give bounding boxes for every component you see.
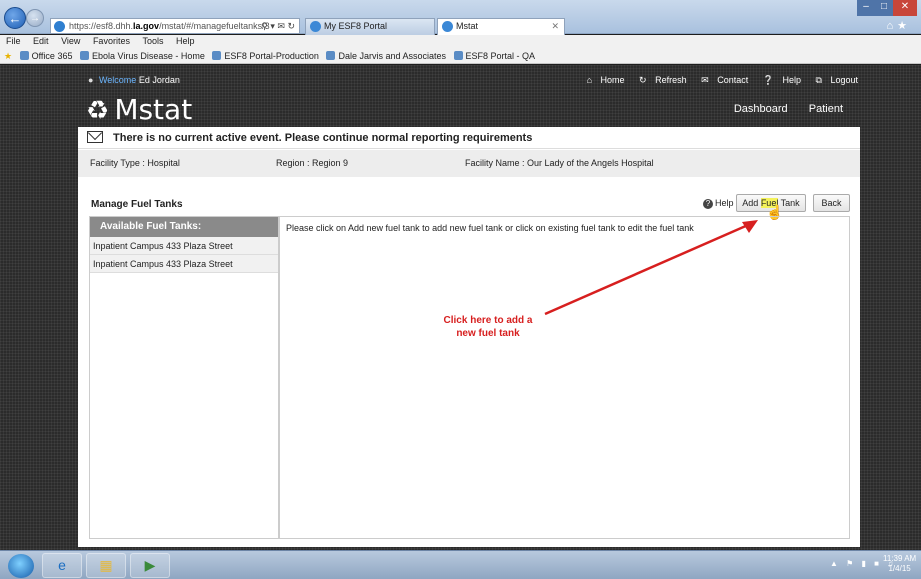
- address-domain: la.gov: [133, 21, 160, 31]
- detail-panel: Please click on Add new fuel tank to add…: [279, 216, 850, 539]
- browser-toolbar: ⌂★: [886, 19, 911, 32]
- menu-favorites[interactable]: Favorites: [93, 36, 130, 46]
- list-item[interactable]: Inpatient Campus 433 Plaza Street: [90, 255, 278, 273]
- favorites-star-icon[interactable]: ★: [897, 20, 911, 32]
- logout-link[interactable]: ⧉ Logout: [810, 75, 858, 85]
- tab-label: My ESF8 Portal: [324, 21, 388, 31]
- browser-titlebar: ← → https://esf8.dhh.la.gov/mstat/#/mana…: [0, 0, 921, 35]
- help-button-label: Help: [715, 198, 734, 208]
- event-alert: There is no current active event. Please…: [78, 127, 860, 149]
- tab-label: Mstat: [456, 21, 479, 31]
- refresh-icon: ↻: [639, 75, 647, 85]
- logout-icon: ⧉: [815, 75, 822, 85]
- annotation-line-2: new fuel tank: [456, 328, 520, 339]
- menu-help[interactable]: Help: [176, 36, 195, 46]
- favorites-bar: ★ Office 365 Ebola Virus Disease - Home …: [0, 48, 921, 64]
- tab-my-esf8-portal[interactable]: My ESF8 Portal: [305, 18, 435, 35]
- clock[interactable]: 11:39 AM 1/4/15: [883, 554, 916, 574]
- logo-text: Mstat: [114, 93, 193, 126]
- page-title: Manage Fuel Tanks: [91, 199, 183, 210]
- question-icon: ❔: [762, 75, 774, 85]
- tab-mstat[interactable]: Mstat ✕: [437, 18, 565, 35]
- favorite-dale-jarvis[interactable]: Dale Jarvis and Associates: [326, 51, 446, 61]
- app-icon[interactable]: ▶: [130, 553, 170, 578]
- clock-date: 1/4/15: [888, 564, 911, 573]
- refresh-link-label: Refresh: [655, 75, 687, 85]
- facility-name: Facility Name : Our Lady of the Angels H…: [465, 158, 654, 168]
- close-window-icon[interactable]: ✕: [893, 0, 917, 16]
- internet-explorer-icon[interactable]: e: [42, 553, 82, 578]
- welcome-label: Welcome: [98, 75, 137, 85]
- contact-link[interactable]: ✉ Contact: [695, 75, 748, 85]
- envelope-icon: ✉: [701, 75, 709, 85]
- clock-time: 11:39 AM: [883, 554, 917, 563]
- facility-region: Region : Region 9: [276, 158, 349, 168]
- favorites-star-icon[interactable]: ★: [4, 51, 12, 61]
- alert-message: There is no current active event. Please…: [113, 132, 533, 144]
- folder-icon[interactable]: ▦: [86, 553, 126, 578]
- nav-patient[interactable]: Patient: [809, 103, 843, 115]
- help-button[interactable]: ? Help: [703, 198, 734, 209]
- instructions-text: Please click on Add new fuel tank to add…: [286, 223, 694, 233]
- facility-type: Facility Type : Hospital: [90, 158, 180, 168]
- annotation-text: Click here to add a new fuel tank: [433, 314, 543, 340]
- question-icon: ?: [703, 199, 713, 209]
- contact-link-label: Contact: [717, 75, 749, 85]
- menu-bar: File Edit View Favorites Tools Help: [0, 35, 921, 48]
- menu-file[interactable]: File: [6, 36, 21, 46]
- site-favicon-icon: [54, 21, 65, 32]
- maximize-icon[interactable]: □: [875, 0, 893, 16]
- favorite-esf8-production[interactable]: ESF8 Portal-Production: [212, 51, 319, 61]
- logout-link-label: Logout: [830, 75, 858, 85]
- window-controls: – □ ✕: [857, 0, 917, 16]
- start-button[interactable]: [8, 554, 34, 578]
- menu-tools[interactable]: Tools: [142, 36, 163, 46]
- menu-view[interactable]: View: [61, 36, 80, 46]
- home-link-label: Home: [600, 75, 625, 85]
- minimize-icon[interactable]: –: [857, 0, 875, 16]
- app-logo[interactable]: ♻ Mstat: [86, 93, 192, 128]
- top-bar: ● Welcome Ed Jordan ⌂ Home ↻ Refresh ✉ C…: [0, 70, 921, 90]
- tab-favicon-icon: [442, 21, 453, 32]
- help-link-label: Help: [782, 75, 801, 85]
- fuel-tank-list-header: Available Fuel Tanks:: [90, 217, 278, 237]
- favorite-ebola[interactable]: Ebola Virus Disease - Home: [80, 51, 205, 61]
- user-icon: ●: [88, 75, 94, 85]
- close-tab-icon[interactable]: ✕: [551, 19, 559, 34]
- facility-info-bar: Facility Type : Hospital Region : Region…: [78, 150, 860, 177]
- content-panel: There is no current active event. Please…: [78, 127, 860, 547]
- welcome-text: ● Welcome Ed Jordan: [88, 70, 180, 90]
- user-name: Ed Jordan: [138, 75, 180, 85]
- home-icon[interactable]: ⌂: [886, 20, 897, 32]
- nav-dashboard[interactable]: Dashboard: [734, 103, 788, 115]
- back-button[interactable]: Back: [813, 194, 850, 212]
- main-nav: Dashboard Patient: [716, 103, 843, 115]
- add-button-label-start: Add: [742, 198, 761, 208]
- favorite-office-365[interactable]: Office 365: [20, 51, 73, 61]
- envelope-icon: [87, 131, 103, 143]
- address-tools-icon[interactable]: ⚲ ▾ ✉ ↻: [261, 19, 295, 33]
- annotation-line-1: Click here to add a: [443, 315, 533, 326]
- address-prefix: https://esf8.dhh.: [69, 21, 134, 31]
- tab-favicon-icon: [310, 21, 321, 32]
- refresh-link[interactable]: ↻ Refresh: [633, 75, 687, 85]
- menu-edit[interactable]: Edit: [33, 36, 49, 46]
- recycle-logo-icon: ♻: [86, 96, 110, 126]
- home-link[interactable]: ⌂ Home: [581, 75, 625, 85]
- taskbar: e ▦ ▶ ▲ ⚑ ▮ ■ ♫ 11:39 AM 1/4/15: [0, 550, 921, 579]
- back-arrow-icon[interactable]: ←: [4, 7, 26, 29]
- page-background: ● Welcome Ed Jordan ⌂ Home ↻ Refresh ✉ C…: [0, 65, 921, 550]
- fuel-tank-list: Available Fuel Tanks: Inpatient Campus 4…: [89, 216, 279, 539]
- forward-arrow-icon[interactable]: →: [26, 9, 44, 27]
- help-link[interactable]: ❔ Help: [757, 75, 801, 85]
- address-suffix: /mstat/#/managefueltanks/3: [159, 21, 270, 31]
- favorite-esf8-qa[interactable]: ESF8 Portal - QA: [454, 51, 536, 61]
- top-links: ⌂ Home ↻ Refresh ✉ Contact ❔ Help ⧉ Logo…: [575, 70, 858, 90]
- address-bar[interactable]: https://esf8.dhh.la.gov/mstat/#/managefu…: [50, 18, 300, 34]
- home-icon: ⌂: [586, 75, 592, 85]
- list-item[interactable]: Inpatient Campus 433 Plaza Street: [90, 237, 278, 255]
